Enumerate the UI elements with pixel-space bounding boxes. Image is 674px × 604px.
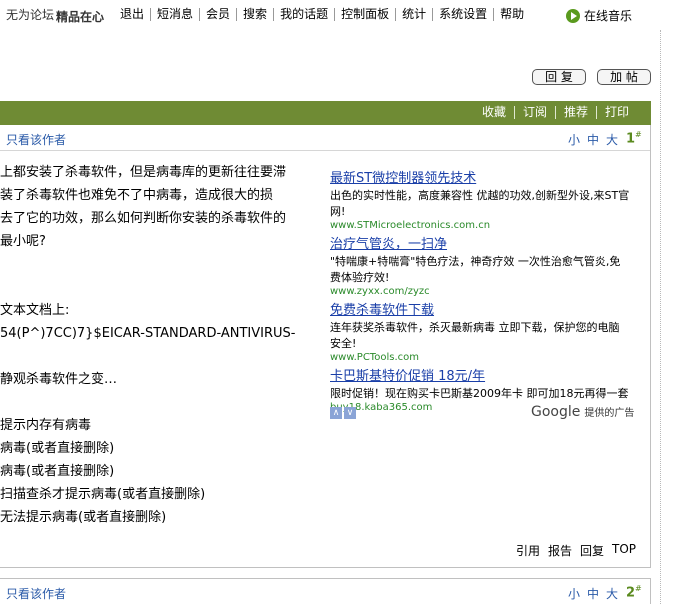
nav-messages[interactable]: 短消息 [150,8,199,21]
font-medium[interactable]: 中 [587,585,599,602]
body-line [0,391,320,414]
username[interactable]: 精品在心 [56,8,104,25]
ad-url[interactable]: www.PCTools.com [330,352,630,364]
favorite-link[interactable]: 收藏 [474,106,514,119]
post-2: 只看该作者 小 中 大 2# [0,578,651,604]
thread-toolbar: 收藏 订阅 推荐 打印 [0,101,651,125]
ad-description: 连年获奖杀毒软件，杀灭最新病毒 立即下载，保护您的电脑安全! [330,321,620,350]
font-small[interactable]: 小 [568,585,580,602]
body-line: 装了杀毒软件也难免不了中病毒，造成很大的损 [0,188,274,203]
post-footer: 引用 报告 回复 TOP [516,542,636,559]
ad-description: "特喘康+特喘膏"特色疗法，神奇疗效 一次性治愈气管炎,免费体验疗效! [330,255,621,284]
ad-title[interactable]: 最新ST微控制器领先技术 [330,170,630,188]
post-header: 只看该作者 小 中 大 2# [0,579,650,604]
body-line: 静观杀毒软件之变… [0,372,118,387]
body-line: 54(P^)7CC)7}$EICAR-STANDARD-ANTIVIRUS- [0,326,296,341]
author-only-link[interactable]: 只看该作者 [6,585,66,602]
top-navigation: 无为论坛 精品在心 退出 短消息 会员 搜索 我的话题 控制面板 统计 系统设置… [0,0,674,30]
ad-title[interactable]: 卡巴斯基特价促销 18元/年 [330,368,630,386]
forum-brand: 无为论坛 [6,8,55,22]
ad-description: 限时促销！现在购买卡巴斯基2009年卡 即可加18元再得一套 [330,387,629,400]
ad-url[interactable]: www.zyxx.com/zyzc [330,286,630,298]
quote-link[interactable]: 引用 [516,542,540,559]
ad-block: 最新ST微控制器领先技术 出色的实时性能，高度兼容性 优越的功效,创新型外设,来… [330,170,630,418]
ad-prev-icon[interactable]: ∧ [330,407,342,419]
google-logo: Google [531,404,581,420]
font-size-controls: 小 中 大 [568,131,618,148]
font-medium[interactable]: 中 [587,131,599,148]
ad-url[interactable]: www.STMicroelectronics.com.cn [330,220,630,232]
subscribe-link[interactable]: 订阅 [513,106,555,119]
body-line: 文本文档上: [0,303,70,318]
font-large[interactable]: 大 [606,585,618,602]
online-music-label: 在线音乐 [584,9,633,23]
font-small[interactable]: 小 [568,131,580,148]
page-edge [660,30,674,604]
ads-provided-text: 提供的广告 [584,408,635,419]
floor-number: 1# [626,130,642,147]
new-post-button[interactable]: 加 帖 [597,69,651,85]
ad-pager: ∧ ∨ [330,407,356,419]
nav-control-panel[interactable]: 控制面板 [334,8,395,21]
ad-title[interactable]: 免费杀毒软件下载 [330,302,630,320]
body-line: 最小呢? [0,234,46,249]
body-line: 病毒(或者直接删除) [0,441,115,456]
nav-logout[interactable]: 退出 [120,8,150,21]
body-line [0,345,320,368]
print-link[interactable]: 打印 [595,106,637,119]
font-size-controls: 小 中 大 [568,585,618,602]
author-only-link[interactable]: 只看该作者 [6,131,66,148]
online-music-link[interactable]: 在线音乐 [566,7,632,24]
ad-next-icon[interactable]: ∨ [344,407,356,419]
post-1: 只看该作者 小 中 大 1# 上都安装了杀毒软件，但是病毒库的更新往往要滞 装了… [0,125,651,568]
nav-members[interactable]: 会员 [199,8,236,21]
body-line: 提示内存有病毒 [0,418,92,433]
post-body: 上都安装了杀毒软件，但是病毒库的更新往往要滞 装了杀毒软件也难免不了中病毒，造成… [0,161,320,529]
nav-stats[interactable]: 统计 [395,8,432,21]
nav-help[interactable]: 帮助 [493,8,530,21]
floor-number: 2# [626,584,642,601]
recommend-link[interactable]: 推荐 [554,106,596,119]
ad-item: 免费杀毒软件下载 连年获奖杀毒软件，杀灭最新病毒 立即下载，保护您的电脑安全! … [330,302,630,364]
ad-description: 出色的实时性能，高度兼容性 优越的功效,创新型外设,来ST官网! [330,189,630,218]
body-line: 上都安装了杀毒软件，但是病毒库的更新往往要滞 [0,165,287,180]
ad-item: 最新ST微控制器领先技术 出色的实时性能，高度兼容性 优越的功效,创新型外设,来… [330,170,630,232]
body-line [0,276,320,299]
body-line: 病毒(或者直接删除) [0,464,115,479]
font-large[interactable]: 大 [606,131,618,148]
reply-link[interactable]: 回复 [580,542,604,559]
google-ads-label[interactable]: Google 提供的广告 [531,404,634,420]
ad-title[interactable]: 治疗气管炎，一扫净 [330,236,630,254]
ad-item: 治疗气管炎，一扫净 "特喘康+特喘膏"特色疗法，神奇疗效 一次性治愈气管炎,免费… [330,236,630,298]
body-line [0,253,320,276]
play-icon [566,8,580,23]
top-link[interactable]: TOP [612,542,636,559]
nav-links: 退出 短消息 会员 搜索 我的话题 控制面板 统计 系统设置 帮助 [120,8,530,21]
post-header: 只看该作者 小 中 大 1# [0,125,650,151]
nav-settings[interactable]: 系统设置 [432,8,493,21]
body-line: 无法提示病毒(或者直接删除) [0,510,167,525]
reply-button[interactable]: 回 复 [532,69,586,85]
report-link[interactable]: 报告 [548,542,572,559]
body-line: 扫描查杀才提示病毒(或者直接删除) [0,487,206,502]
nav-search[interactable]: 搜索 [236,8,273,21]
body-line: 去了它的功效，那么如何判断你安装的杀毒软件的 [0,211,287,226]
nav-my-topics[interactable]: 我的话题 [273,8,334,21]
